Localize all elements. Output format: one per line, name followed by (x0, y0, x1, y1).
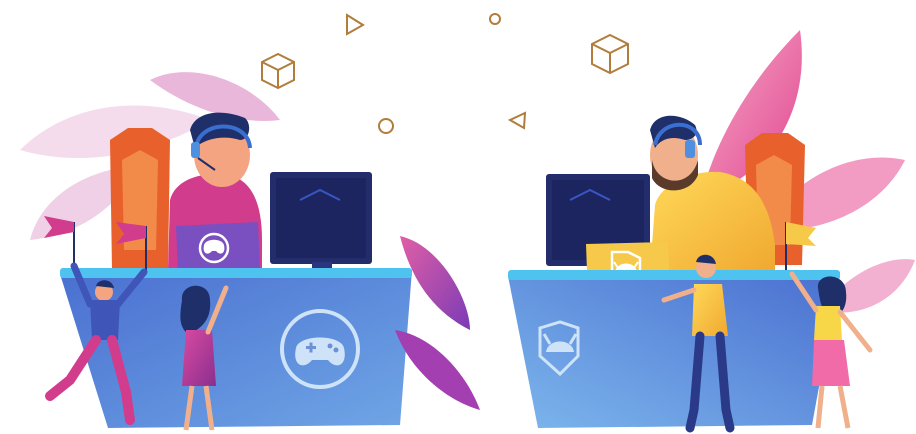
esports-illustration (0, 0, 916, 434)
chair-left (110, 128, 170, 270)
triangle-icon (507, 111, 527, 130)
circle-icon (489, 13, 501, 25)
gamepad-sign (176, 222, 260, 274)
floating-shapes (261, 13, 629, 134)
monitor-left (270, 172, 372, 276)
triangle-icon (346, 13, 365, 36)
desk-right (508, 270, 840, 428)
cube-icon (591, 33, 629, 75)
cube-icon (261, 52, 295, 90)
circle-icon (378, 118, 394, 134)
scene-canvas (20, 13, 915, 433)
